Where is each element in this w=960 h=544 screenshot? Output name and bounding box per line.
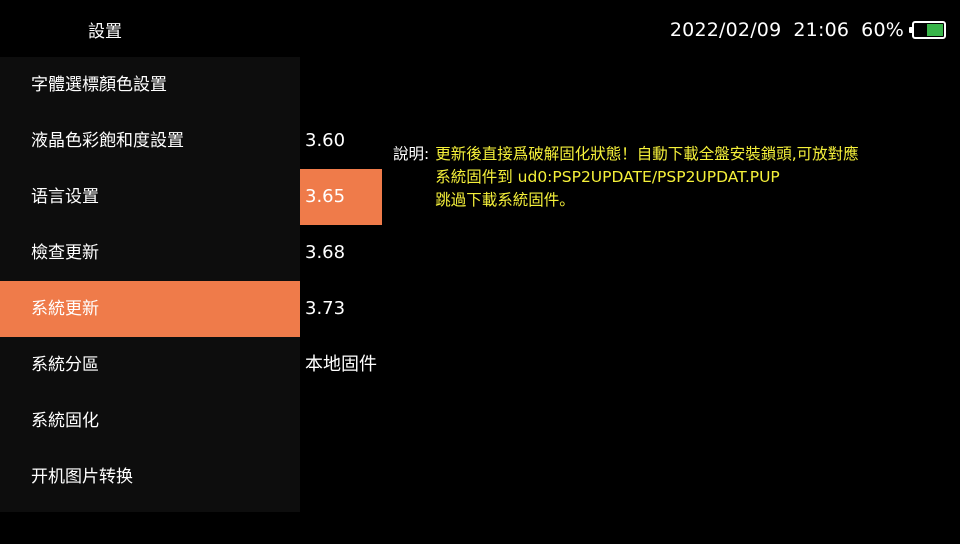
menu-item-system-update[interactable]: 系統更新 xyxy=(0,281,300,337)
status-date: 2022/02/09 xyxy=(669,19,782,41)
description-text: 更新後直接爲破解固化狀態！自動下載全盤安裝鎖頭,可放對應 系統固件到 ud0:P… xyxy=(435,143,858,212)
firmware-option-3-68[interactable]: 3.68 xyxy=(300,225,382,281)
firmware-option-local[interactable]: 本地固件 xyxy=(300,337,382,393)
firmware-version-list: 3.60 3.65 3.68 3.73 本地固件 xyxy=(300,113,382,393)
battery-percent: 60% xyxy=(861,19,904,41)
page-title: 設置 xyxy=(88,22,122,42)
description-line: 跳過下載系統固件。 xyxy=(435,191,575,209)
menu-item-lcd-saturation[interactable]: 液晶色彩飽和度設置 xyxy=(0,113,300,169)
battery-fill xyxy=(927,24,943,36)
firmware-option-3-60[interactable]: 3.60 xyxy=(300,113,382,169)
firmware-option-3-73[interactable]: 3.73 xyxy=(300,281,382,337)
menu-item-system-solidify[interactable]: 系統固化 xyxy=(0,393,300,449)
description-line: 系統固件到 ud0:PSP2UPDATE/PSP2UPDAT.PUP xyxy=(435,168,780,186)
status-bar: 2022/02/09 21:06 60% xyxy=(670,19,950,41)
status-time: 21:06 xyxy=(793,19,850,41)
firmware-option-3-65[interactable]: 3.65 xyxy=(300,169,382,225)
menu-item-system-partition[interactable]: 系統分區 xyxy=(0,337,300,393)
screen: 設置 2022/02/09 21:06 60% 字體選標顏色設置 液晶色彩飽和度… xyxy=(0,0,960,544)
description-panel: 說明: 更新後直接爲破解固化狀態！自動下載全盤安裝鎖頭,可放對應 系統固件到 u… xyxy=(393,143,859,212)
menu-item-boot-image[interactable]: 开机图片转换 xyxy=(0,449,300,505)
battery-icon xyxy=(909,21,946,39)
menu-item-check-update[interactable]: 檢查更新 xyxy=(0,225,300,281)
description-label: 說明: xyxy=(393,145,430,163)
description-line: 更新後直接爲破解固化狀態！自動下載全盤安裝鎖頭,可放對應 xyxy=(435,145,859,163)
settings-menu: 字體選標顏色設置 液晶色彩飽和度設置 语言设置 檢查更新 系統更新 系統分區 系… xyxy=(0,57,300,512)
menu-item-font-color[interactable]: 字體選標顏色設置 xyxy=(0,57,300,113)
menu-item-language[interactable]: 语言设置 xyxy=(0,169,300,225)
